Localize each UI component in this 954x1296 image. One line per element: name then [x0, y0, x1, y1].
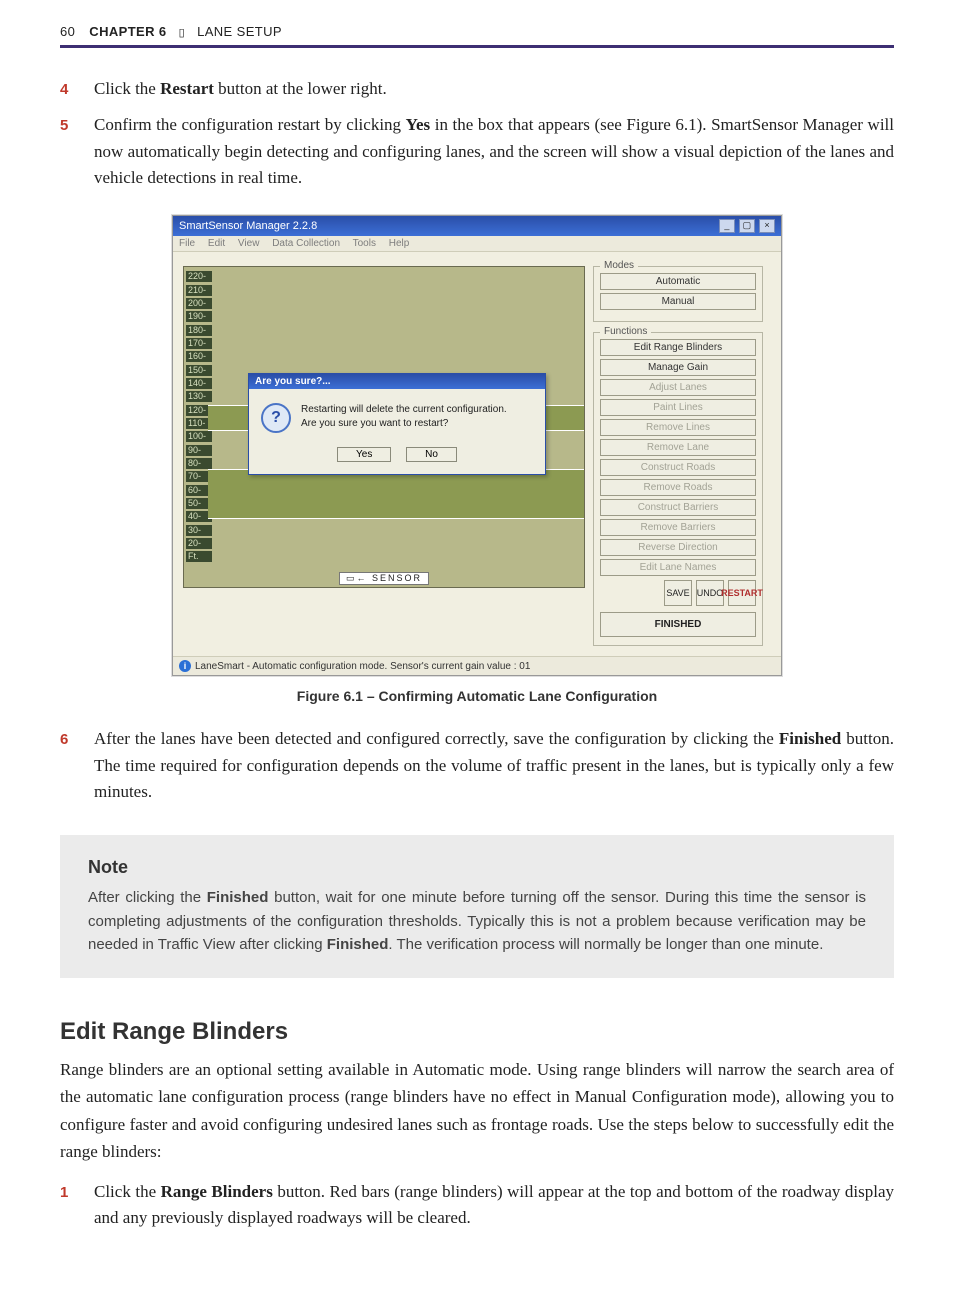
chart-y-ticks: 220- 210- 200- 190- 180- 170- 160- 150- 140- 130-… [184, 267, 210, 567]
menu-file[interactable]: File [179, 238, 195, 249]
dialog-line1: Restarting will delete the current confi… [301, 403, 507, 417]
chart-tick: 170- [186, 338, 212, 349]
menu-bar: File Edit View Data Collection Tools Hel… [173, 236, 781, 252]
chart-tick: 210- [186, 285, 212, 296]
undo-icon-button[interactable]: UNDO [696, 580, 724, 606]
sensor-label: ▭← SENSOR [339, 572, 429, 585]
step-6: 6 After the lanes have been detected and… [60, 726, 894, 805]
function-button: Remove Roads [600, 479, 756, 496]
menu-view[interactable]: View [238, 238, 260, 249]
modes-group: Modes Automatic Manual [593, 266, 763, 322]
info-icon: i [179, 660, 191, 672]
chart-tick: 180- [186, 325, 212, 336]
steps-top: 4 Click the Restart button at the lower … [60, 76, 894, 191]
restart-icon-button[interactable]: RESTART [728, 580, 756, 606]
function-button: Paint Lines [600, 399, 756, 416]
screenshot-smartsensor-manager: SmartSensor Manager 2.2.8 _ ▢ × File Edi… [172, 215, 782, 676]
chapter-divider-icon: ▯ [179, 27, 185, 39]
step-4: 4 Click the Restart button at the lower … [60, 76, 894, 102]
status-text: LaneSmart - Automatic configuration mode… [195, 661, 530, 672]
function-button: Construct Barriers [600, 499, 756, 516]
step-number: 1 [60, 1179, 94, 1204]
menu-help[interactable]: Help [389, 238, 410, 249]
step-text: Click the [94, 1182, 161, 1201]
finished-button[interactable]: FINISHED [600, 612, 756, 637]
menu-data-collection[interactable]: Data Collection [272, 238, 340, 249]
chart-tick: 20- [186, 538, 212, 549]
chapter-title: LANE SETUP [197, 24, 282, 39]
chart-tick: 140- [186, 378, 212, 389]
minimize-icon[interactable]: _ [719, 219, 735, 233]
close-icon[interactable]: × [759, 219, 775, 233]
function-button: Adjust Lanes [600, 379, 756, 396]
running-header: 60 CHAPTER 6 ▯ LANE SETUP [60, 24, 894, 48]
function-button: Remove Barriers [600, 519, 756, 536]
functions-title: Functions [600, 326, 651, 337]
figure-caption: Figure 6.1 – Confirming Automatic Lane C… [60, 688, 894, 704]
chapter-label: CHAPTER 6 [89, 24, 166, 39]
steps-bottom: 1 Click the Range Blinders button. Red b… [60, 1179, 894, 1232]
chart-tick: 220- [186, 271, 212, 282]
mode-manual-button[interactable]: Manual [600, 293, 756, 310]
chart-tick: 80- [186, 458, 212, 469]
function-button: Edit Lane Names [600, 559, 756, 576]
functions-group: Functions Edit Range BlindersManage Gain… [593, 332, 763, 646]
step-5: 5 Confirm the configuration restart by c… [60, 112, 894, 191]
function-button: Reverse Direction [600, 539, 756, 556]
window-title: SmartSensor Manager 2.2.8 [179, 220, 317, 232]
status-bar: i LaneSmart - Automatic configuration mod… [173, 656, 781, 675]
chart-tick: 100- [186, 431, 212, 442]
question-icon: ? [261, 403, 291, 433]
chart-tick: Ft. [186, 551, 212, 562]
step-text: After the lanes have been detected and c… [94, 729, 779, 748]
chart-tick: 200- [186, 298, 212, 309]
maximize-icon[interactable]: ▢ [739, 219, 755, 233]
confirm-dialog: Are you sure?... ? Restarting will delet… [248, 373, 546, 475]
step-text: Confirm the configuration restart by cli… [94, 115, 406, 134]
chart-tick: 30- [186, 525, 212, 536]
function-button: Construct Roads [600, 459, 756, 476]
function-button: Remove Lines [600, 419, 756, 436]
chart-tick: 160- [186, 351, 212, 362]
step-text: button at the lower right. [214, 79, 387, 98]
modes-title: Modes [600, 260, 638, 271]
step-bold: Range Blinders [161, 1182, 273, 1201]
page-number: 60 [60, 24, 75, 39]
step-bold: Finished [779, 729, 841, 748]
window-titlebar: SmartSensor Manager 2.2.8 _ ▢ × [173, 216, 781, 236]
step-text: Click the [94, 79, 160, 98]
section-heading-edit-range-blinders: Edit Range Blinders [60, 1018, 894, 1046]
note-box: Note After clicking the Finished button,… [60, 835, 894, 978]
step-1: 1 Click the Range Blinders button. Red b… [60, 1179, 894, 1232]
steps-mid: 6 After the lanes have been detected and… [60, 726, 894, 805]
note-title: Note [88, 857, 866, 878]
dialog-line2: Are you sure you want to restart? [301, 417, 507, 431]
dialog-yes-button[interactable]: Yes [337, 447, 391, 462]
lane-band [208, 469, 584, 519]
step-number: 4 [60, 76, 94, 101]
chart-tick: 150- [186, 365, 212, 376]
menu-tools[interactable]: Tools [353, 238, 376, 249]
note-body: After clicking the Finished button, wait… [88, 886, 866, 956]
mode-automatic-button[interactable]: Automatic [600, 273, 756, 290]
step-number: 6 [60, 726, 94, 751]
chart-tick: 90- [186, 445, 212, 456]
window-buttons: _ ▢ × [718, 219, 775, 233]
function-button[interactable]: Edit Range Blinders [600, 339, 756, 356]
dialog-title: Are you sure?... [249, 374, 545, 389]
menu-edit[interactable]: Edit [208, 238, 225, 249]
section-paragraph: Range blinders are an optional setting a… [60, 1056, 894, 1165]
dialog-no-button[interactable]: No [406, 447, 457, 462]
chart-tick: 130- [186, 391, 212, 402]
lane-chart: 220- 210- 200- 190- 180- 170- 160- 150- 140- 130-… [183, 266, 585, 588]
chart-tick: 190- [186, 311, 212, 322]
step-bold: Restart [160, 79, 214, 98]
save-icon-button[interactable]: SAVE [664, 580, 692, 606]
function-button: Remove Lane [600, 439, 756, 456]
step-number: 5 [60, 112, 94, 137]
step-bold: Yes [406, 115, 431, 134]
function-button[interactable]: Manage Gain [600, 359, 756, 376]
